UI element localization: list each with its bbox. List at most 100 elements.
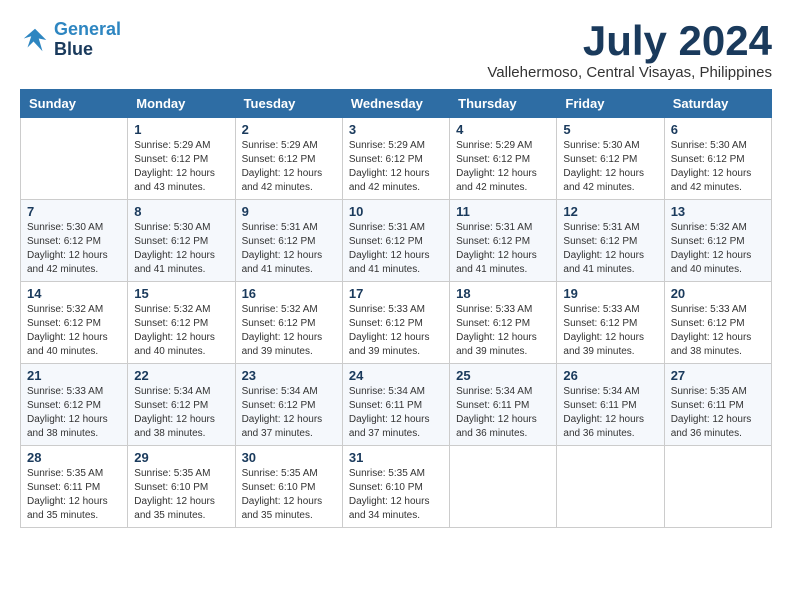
- weekday-header: Wednesday: [342, 90, 449, 118]
- day-number: 15: [134, 286, 228, 301]
- day-number: 9: [242, 204, 336, 219]
- day-number: 26: [563, 368, 657, 383]
- day-number: 30: [242, 450, 336, 465]
- calendar-cell: 28 Sunrise: 5:35 AMSunset: 6:11 PMDayligh…: [21, 446, 128, 528]
- day-number: 14: [27, 286, 121, 301]
- calendar-cell: 26 Sunrise: 5:34 AMSunset: 6:11 PMDayligh…: [557, 364, 664, 446]
- calendar-cell: 3 Sunrise: 5:29 AMSunset: 6:12 PMDaylight…: [342, 118, 449, 200]
- calendar-week-row: 21 Sunrise: 5:33 AMSunset: 6:12 PMDayligh…: [21, 364, 772, 446]
- calendar-cell: 14 Sunrise: 5:32 AMSunset: 6:12 PMDayligh…: [21, 282, 128, 364]
- calendar-cell: 25 Sunrise: 5:34 AMSunset: 6:11 PMDayligh…: [450, 364, 557, 446]
- day-info: Sunrise: 5:32 AMSunset: 6:12 PMDaylight:…: [27, 303, 121, 359]
- weekday-header: Sunday: [21, 90, 128, 118]
- day-info: Sunrise: 5:32 AMSunset: 6:12 PMDaylight:…: [242, 303, 336, 359]
- title-block: July 2024 Vallehermoso, Central Visayas,…: [487, 20, 772, 81]
- calendar-cell: 5 Sunrise: 5:30 AMSunset: 6:12 PMDaylight…: [557, 118, 664, 200]
- calendar-cell: 19Sunrise: 5:33 AMSunset: 6:12 PMDayligh…: [557, 282, 664, 364]
- calendar-cell: 29 Sunrise: 5:35 AMSunset: 6:10 PMDayligh…: [128, 446, 235, 528]
- day-number: 23: [242, 368, 336, 383]
- day-info: Sunrise: 5:31 AMSunset: 6:12 PMDaylight:…: [456, 221, 550, 277]
- calendar-cell: 31Sunrise: 5:35 AMSunset: 6:10 PMDayligh…: [342, 446, 449, 528]
- day-info: Sunrise: 5:35 AMSunset: 6:11 PMDaylight:…: [27, 467, 121, 523]
- day-number: 25: [456, 368, 550, 383]
- calendar-cell: 21 Sunrise: 5:33 AMSunset: 6:12 PMDayligh…: [21, 364, 128, 446]
- day-info: Sunrise: 5:33 AMSunset: 6:12 PMDaylight:…: [27, 385, 121, 441]
- day-info: Sunrise: 5:29 AMSunset: 6:12 PMDaylight:…: [242, 139, 336, 195]
- calendar-cell: 2 Sunrise: 5:29 AMSunset: 6:12 PMDaylight…: [235, 118, 342, 200]
- day-number: 19: [563, 286, 657, 301]
- day-number: 28: [27, 450, 121, 465]
- calendar-week-row: 1Sunrise: 5:29 AMSunset: 6:12 PMDaylight…: [21, 118, 772, 200]
- day-number: 20: [671, 286, 765, 301]
- day-number: 3: [349, 122, 443, 137]
- calendar-cell: 8 Sunrise: 5:30 AMSunset: 6:12 PMDaylight…: [128, 200, 235, 282]
- calendar-cell: 30 Sunrise: 5:35 AMSunset: 6:10 PMDayligh…: [235, 446, 342, 528]
- day-info: Sunrise: 5:35 AMSunset: 6:10 PMDaylight:…: [134, 467, 228, 523]
- weekday-header-row: SundayMondayTuesdayWednesdayThursdayFrid…: [21, 90, 772, 118]
- weekday-header: Thursday: [450, 90, 557, 118]
- day-number: 22: [134, 368, 228, 383]
- calendar-cell: [21, 118, 128, 200]
- day-info: Sunrise: 5:33 AMSunset: 6:12 PMDaylight:…: [456, 303, 550, 359]
- calendar-cell: 18 Sunrise: 5:33 AMSunset: 6:12 PMDayligh…: [450, 282, 557, 364]
- weekday-header: Monday: [128, 90, 235, 118]
- day-number: 29: [134, 450, 228, 465]
- day-info: Sunrise: 5:29 AMSunset: 6:12 PMDaylight:…: [134, 139, 228, 195]
- day-info: Sunrise: 5:35 AMSunset: 6:10 PMDaylight:…: [242, 467, 336, 523]
- day-info: Sunrise: 5:34 AMSunset: 6:12 PMDaylight:…: [242, 385, 336, 441]
- calendar-cell: 7 Sunrise: 5:30 AMSunset: 6:12 PMDaylight…: [21, 200, 128, 282]
- calendar-cell: 1Sunrise: 5:29 AMSunset: 6:12 PMDaylight…: [128, 118, 235, 200]
- day-info: Sunrise: 5:29 AMSunset: 6:12 PMDaylight:…: [456, 139, 550, 195]
- calendar-cell: 6 Sunrise: 5:30 AMSunset: 6:12 PMDaylight…: [664, 118, 771, 200]
- day-info: Sunrise: 5:31 AMSunset: 6:12 PMDaylight:…: [349, 221, 443, 277]
- calendar-cell: 13Sunrise: 5:32 AMSunset: 6:12 PMDayligh…: [664, 200, 771, 282]
- day-number: 21: [27, 368, 121, 383]
- day-number: 11: [456, 204, 550, 219]
- day-info: Sunrise: 5:29 AMSunset: 6:12 PMDaylight:…: [349, 139, 443, 195]
- day-info: Sunrise: 5:33 AMSunset: 6:12 PMDaylight:…: [349, 303, 443, 359]
- day-number: 16: [242, 286, 336, 301]
- calendar-cell: 16 Sunrise: 5:32 AMSunset: 6:12 PMDayligh…: [235, 282, 342, 364]
- day-number: 18: [456, 286, 550, 301]
- calendar-cell: 22Sunrise: 5:34 AMSunset: 6:12 PMDayligh…: [128, 364, 235, 446]
- day-number: 17: [349, 286, 443, 301]
- day-info: Sunrise: 5:30 AMSunset: 6:12 PMDaylight:…: [563, 139, 657, 195]
- day-number: 2: [242, 122, 336, 137]
- day-info: Sunrise: 5:32 AMSunset: 6:12 PMDaylight:…: [134, 303, 228, 359]
- logo-text: General Blue: [54, 20, 121, 60]
- calendar-cell: 15 Sunrise: 5:32 AMSunset: 6:12 PMDayligh…: [128, 282, 235, 364]
- day-number: 27: [671, 368, 765, 383]
- weekday-header: Friday: [557, 90, 664, 118]
- day-info: Sunrise: 5:34 AMSunset: 6:11 PMDaylight:…: [456, 385, 550, 441]
- month-title: July 2024: [487, 20, 772, 62]
- day-number: 7: [27, 204, 121, 219]
- day-info: Sunrise: 5:30 AMSunset: 6:12 PMDaylight:…: [671, 139, 765, 195]
- weekday-header: Tuesday: [235, 90, 342, 118]
- location-subtitle: Vallehermoso, Central Visayas, Philippin…: [487, 64, 772, 81]
- day-info: Sunrise: 5:31 AMSunset: 6:12 PMDaylight:…: [242, 221, 336, 277]
- day-number: 4: [456, 122, 550, 137]
- header: General Blue July 2024 Vallehermoso, Cen…: [20, 20, 772, 81]
- day-number: 10: [349, 204, 443, 219]
- weekday-header: Saturday: [664, 90, 771, 118]
- day-number: 6: [671, 122, 765, 137]
- day-info: Sunrise: 5:32 AMSunset: 6:12 PMDaylight:…: [671, 221, 765, 277]
- day-number: 24: [349, 368, 443, 383]
- day-number: 8: [134, 204, 228, 219]
- calendar-week-row: 14 Sunrise: 5:32 AMSunset: 6:12 PMDayligh…: [21, 282, 772, 364]
- day-info: Sunrise: 5:30 AMSunset: 6:12 PMDaylight:…: [134, 221, 228, 277]
- calendar-cell: 23 Sunrise: 5:34 AMSunset: 6:12 PMDayligh…: [235, 364, 342, 446]
- day-number: 5: [563, 122, 657, 137]
- day-info: Sunrise: 5:34 AMSunset: 6:11 PMDaylight:…: [349, 385, 443, 441]
- day-info: Sunrise: 5:34 AMSunset: 6:11 PMDaylight:…: [563, 385, 657, 441]
- calendar-week-row: 7 Sunrise: 5:30 AMSunset: 6:12 PMDaylight…: [21, 200, 772, 282]
- calendar-cell: [664, 446, 771, 528]
- calendar-cell: 20Sunrise: 5:33 AMSunset: 6:12 PMDayligh…: [664, 282, 771, 364]
- day-info: Sunrise: 5:31 AMSunset: 6:12 PMDaylight:…: [563, 221, 657, 277]
- day-number: 31: [349, 450, 443, 465]
- calendar-cell: 17 Sunrise: 5:33 AMSunset: 6:12 PMDayligh…: [342, 282, 449, 364]
- logo-icon: [20, 25, 50, 55]
- calendar-cell: [557, 446, 664, 528]
- day-info: Sunrise: 5:30 AMSunset: 6:12 PMDaylight:…: [27, 221, 121, 277]
- calendar-cell: [450, 446, 557, 528]
